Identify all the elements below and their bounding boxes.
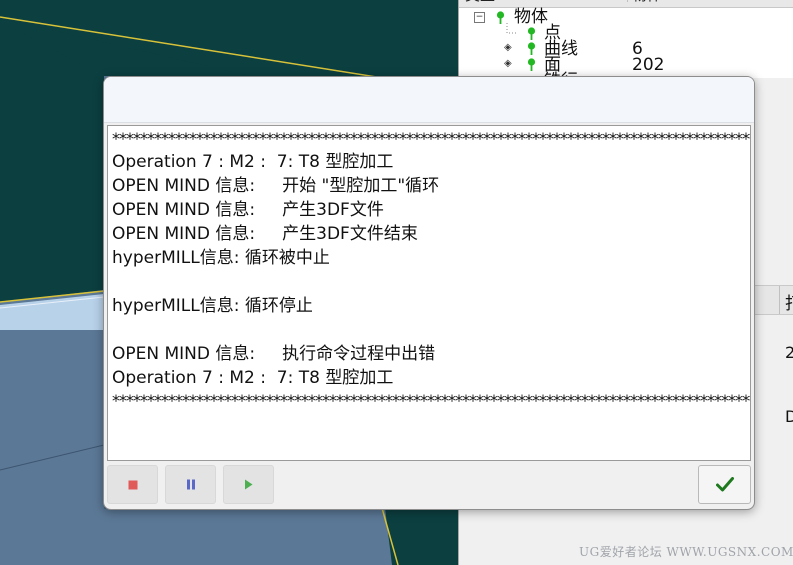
tree-item-value: 202 [632,55,665,75]
log-line: Operation 7 : M2 : 7: T8 型腔加工 [112,368,394,388]
pin-icon [527,58,536,71]
pause-button[interactable] [165,465,216,504]
message-log[interactable]: ****************************************… [107,125,751,461]
log-line: OPEN MIND 信息: 产生3DF文件 [112,200,384,220]
stop-button[interactable] [107,465,158,504]
dialog-titlebar[interactable] [104,77,754,123]
expand-diamond-icon[interactable]: ◈ [504,59,512,69]
log-line: hyperMILL信息: 循环停止 [112,296,313,316]
pin-icon [527,27,536,40]
log-line: Operation 7 : M2 : 7: T8 型腔加工 [112,152,394,172]
tree-item-face[interactable]: 面 202 [544,56,784,74]
pause-icon [186,479,195,490]
log-line: ****************************************… [112,129,751,148]
tree-header-object[interactable]: 物体 [627,0,662,3]
tree-connector-icon [506,23,518,34]
tree-header: 类型 物体 [459,0,793,8]
play-icon [245,479,253,490]
tree-header-type[interactable]: 类型 [465,0,495,3]
hypermill-progress-dialog: ****************************************… [103,76,755,510]
log-line: OPEN MIND 信息: 开始 "型腔加工"循环 [112,176,440,196]
object-tree[interactable]: − 物体 点 ◈ 曲线 6 ◈ 面 202 铣行 [459,8,793,90]
property-value: 2 [785,343,793,362]
properties-header-label[interactable]: 打 [785,289,793,314]
log-line: hyperMILL信息: 循环被中止 [112,248,330,268]
expand-diamond-icon[interactable]: ◈ [504,43,512,53]
collapse-icon[interactable]: − [474,12,485,23]
watermark: UG爱好者论坛 WWW.UGSNX.COM [579,545,793,559]
log-line: ****************************************… [112,391,751,410]
ok-button[interactable] [698,465,751,504]
pin-icon [496,11,505,24]
log-line: OPEN MIND 信息: 产生3DF文件结束 [112,224,418,244]
log-line: OPEN MIND 信息: 执行命令过程中出错 [112,344,436,364]
checkmark-icon [715,477,734,492]
pin-icon [527,42,536,55]
play-button[interactable] [223,465,274,504]
stop-icon [128,480,137,489]
property-value: D [785,407,793,426]
